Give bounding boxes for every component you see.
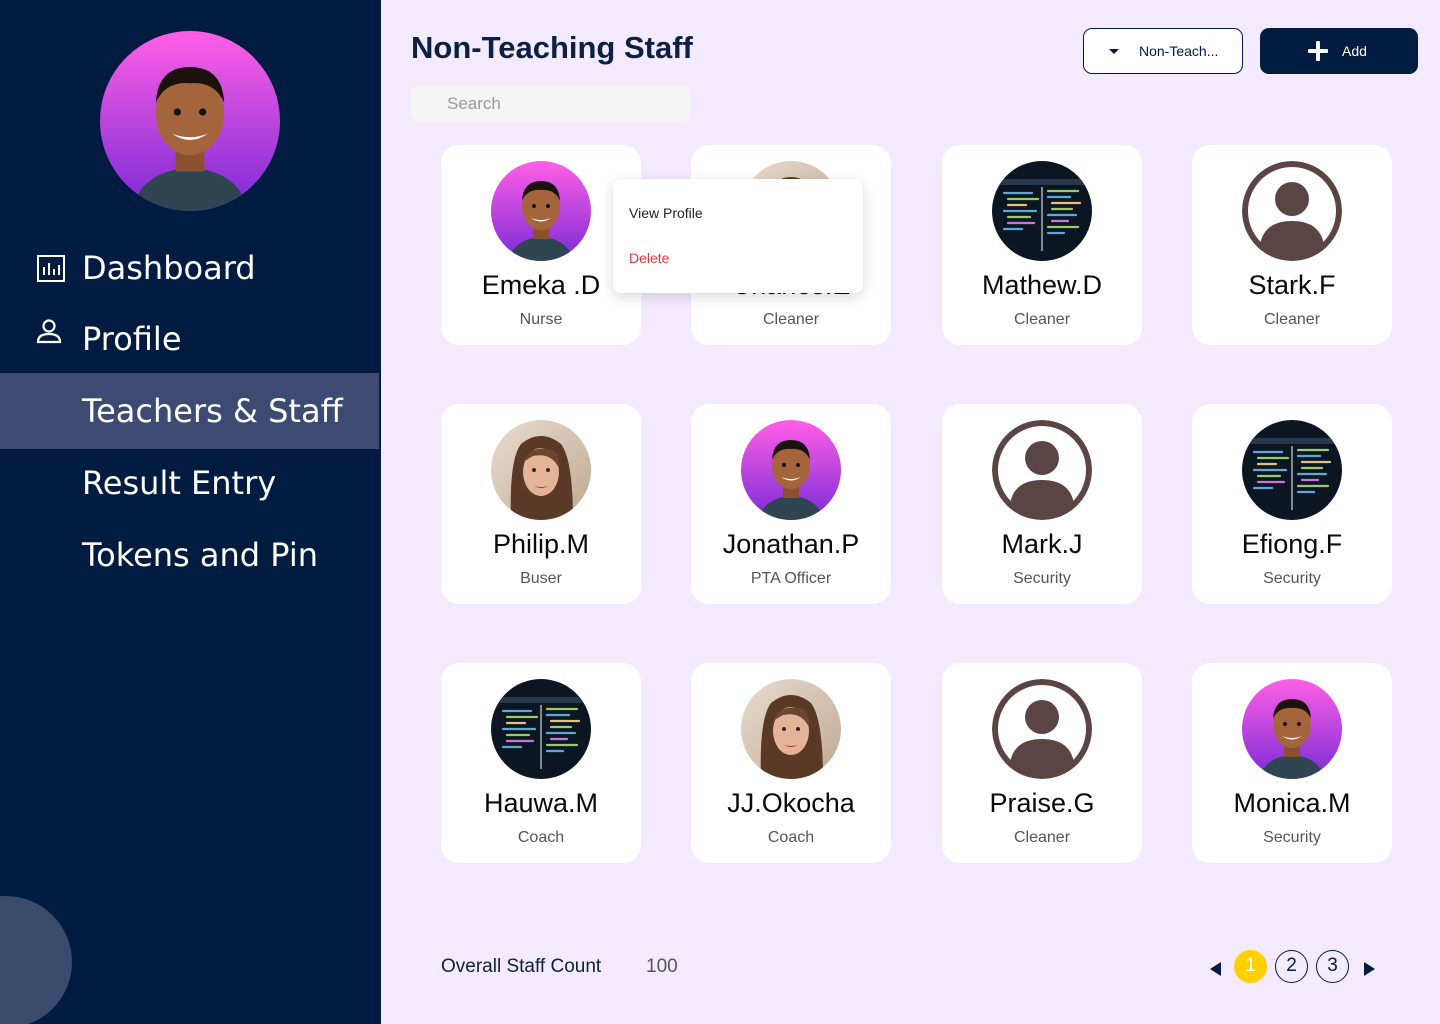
sidebar-item-result-entry[interactable]: Result Entry	[0, 445, 379, 521]
dropdown-value: Non-Teach...	[1139, 43, 1219, 59]
staff-card[interactable]: Mathew.D Cleaner	[942, 145, 1142, 345]
staff-name: Mark.J	[1001, 529, 1083, 559]
staff-name: JJ.Okocha	[727, 788, 855, 818]
staff-role: Cleaner	[1013, 311, 1071, 328]
staff-card[interactable]: Praise.G Cleaner	[942, 663, 1142, 863]
bar-chart-icon	[37, 255, 65, 282]
staff-role: Nurse	[519, 311, 563, 328]
staff-name: Hauwa.M	[483, 788, 599, 818]
staff-name: Praise.G	[989, 788, 1095, 818]
staff-photo	[992, 420, 1092, 520]
next-page-icon[interactable]	[1364, 962, 1375, 976]
staff-role: Security	[1263, 570, 1321, 587]
staff-photo	[741, 679, 841, 779]
staff-card[interactable]: JJ.Okocha Coach	[691, 663, 891, 863]
page-button-3[interactable]: 3	[1316, 950, 1349, 983]
staff-count-value: 100	[646, 956, 678, 977]
staff-card[interactable]: Jonathan.P PTA Officer	[691, 404, 891, 604]
context-menu: View Profile Delete	[613, 179, 863, 293]
staff-photo	[1242, 679, 1342, 779]
caret-down-icon	[1109, 49, 1119, 54]
staff-photo	[491, 420, 591, 520]
sidebar-item-dashboard[interactable]: Dashboard	[0, 230, 379, 306]
staff-name: Stark.F	[1248, 270, 1336, 300]
staff-name: Mathew.D	[981, 270, 1103, 300]
sidebar-item-tokens-pin[interactable]: Tokens and Pin	[0, 517, 379, 593]
staff-name: Philip.M	[492, 529, 590, 559]
page-button-1[interactable]: 1	[1234, 950, 1267, 983]
staff-card[interactable]: Hauwa.M Coach	[441, 663, 641, 863]
staff-photo	[741, 420, 841, 520]
staff-type-dropdown[interactable]: Non-Teach...	[1083, 28, 1243, 74]
sidebar-item-label: Dashboard	[82, 249, 256, 287]
user-avatar-image	[100, 31, 280, 211]
staff-name: Emeka .D	[481, 270, 601, 300]
staff-role: PTA Officer	[750, 570, 832, 587]
user-avatar[interactable]	[100, 31, 280, 211]
sidebar-item-label: Teachers & Staff	[82, 392, 343, 430]
staff-card[interactable]: Efiong.F Security	[1192, 404, 1392, 604]
staff-photo	[1242, 161, 1342, 261]
page-button-2[interactable]: 2	[1275, 950, 1308, 983]
staff-name: Jonathan.P	[722, 529, 860, 559]
staff-role: Security	[1013, 570, 1071, 587]
staff-name: Monica.M	[1233, 788, 1351, 818]
add-staff-button[interactable]: Add	[1260, 28, 1418, 74]
staff-card[interactable]: Monica.M Security	[1192, 663, 1392, 863]
decorative-circle	[0, 896, 72, 1024]
prev-page-icon[interactable]	[1210, 962, 1221, 976]
staff-role: Cleaner	[762, 311, 820, 328]
view-profile-menu-item[interactable]: View Profile	[629, 205, 703, 221]
staff-card[interactable]: Philip.M Buser	[441, 404, 641, 604]
sidebar-item-teachers-staff[interactable]: Teachers & Staff	[0, 373, 379, 449]
staff-count-label: Overall Staff Count	[441, 956, 602, 977]
staff-photo	[1242, 420, 1342, 520]
sidebar-item-label: Result Entry	[82, 464, 277, 502]
staff-role: Coach	[517, 829, 565, 846]
staff-card[interactable]: Emeka .D Nurse	[441, 145, 641, 345]
sidebar-item-label: Profile	[82, 320, 182, 358]
staff-role: Security	[1263, 829, 1321, 846]
sidebar: Dashboard Profile Teachers & Staff Resul…	[0, 0, 381, 1024]
staff-card[interactable]: Mark.J Security	[942, 404, 1142, 604]
staff-role: Cleaner	[1263, 311, 1321, 328]
staff-role: Coach	[767, 829, 815, 846]
staff-photo	[992, 679, 1092, 779]
delete-menu-item[interactable]: Delete	[629, 250, 669, 266]
person-icon	[36, 319, 62, 344]
add-button-label: Add	[1342, 43, 1367, 59]
staff-role: Buser	[520, 570, 562, 587]
sidebar-item-label: Tokens and Pin	[82, 536, 319, 574]
page-title: Non-Teaching Staff	[411, 30, 693, 65]
staff-role: Cleaner	[1013, 829, 1071, 846]
plus-icon	[1308, 41, 1328, 61]
staff-card[interactable]: Stark.F Cleaner	[1192, 145, 1392, 345]
staff-photo	[491, 679, 591, 779]
staff-photo	[992, 161, 1092, 261]
staff-photo	[491, 161, 591, 261]
sidebar-item-profile[interactable]: Profile	[0, 301, 379, 377]
staff-name: Efiong.F	[1241, 529, 1343, 559]
search-input[interactable]	[411, 86, 690, 121]
